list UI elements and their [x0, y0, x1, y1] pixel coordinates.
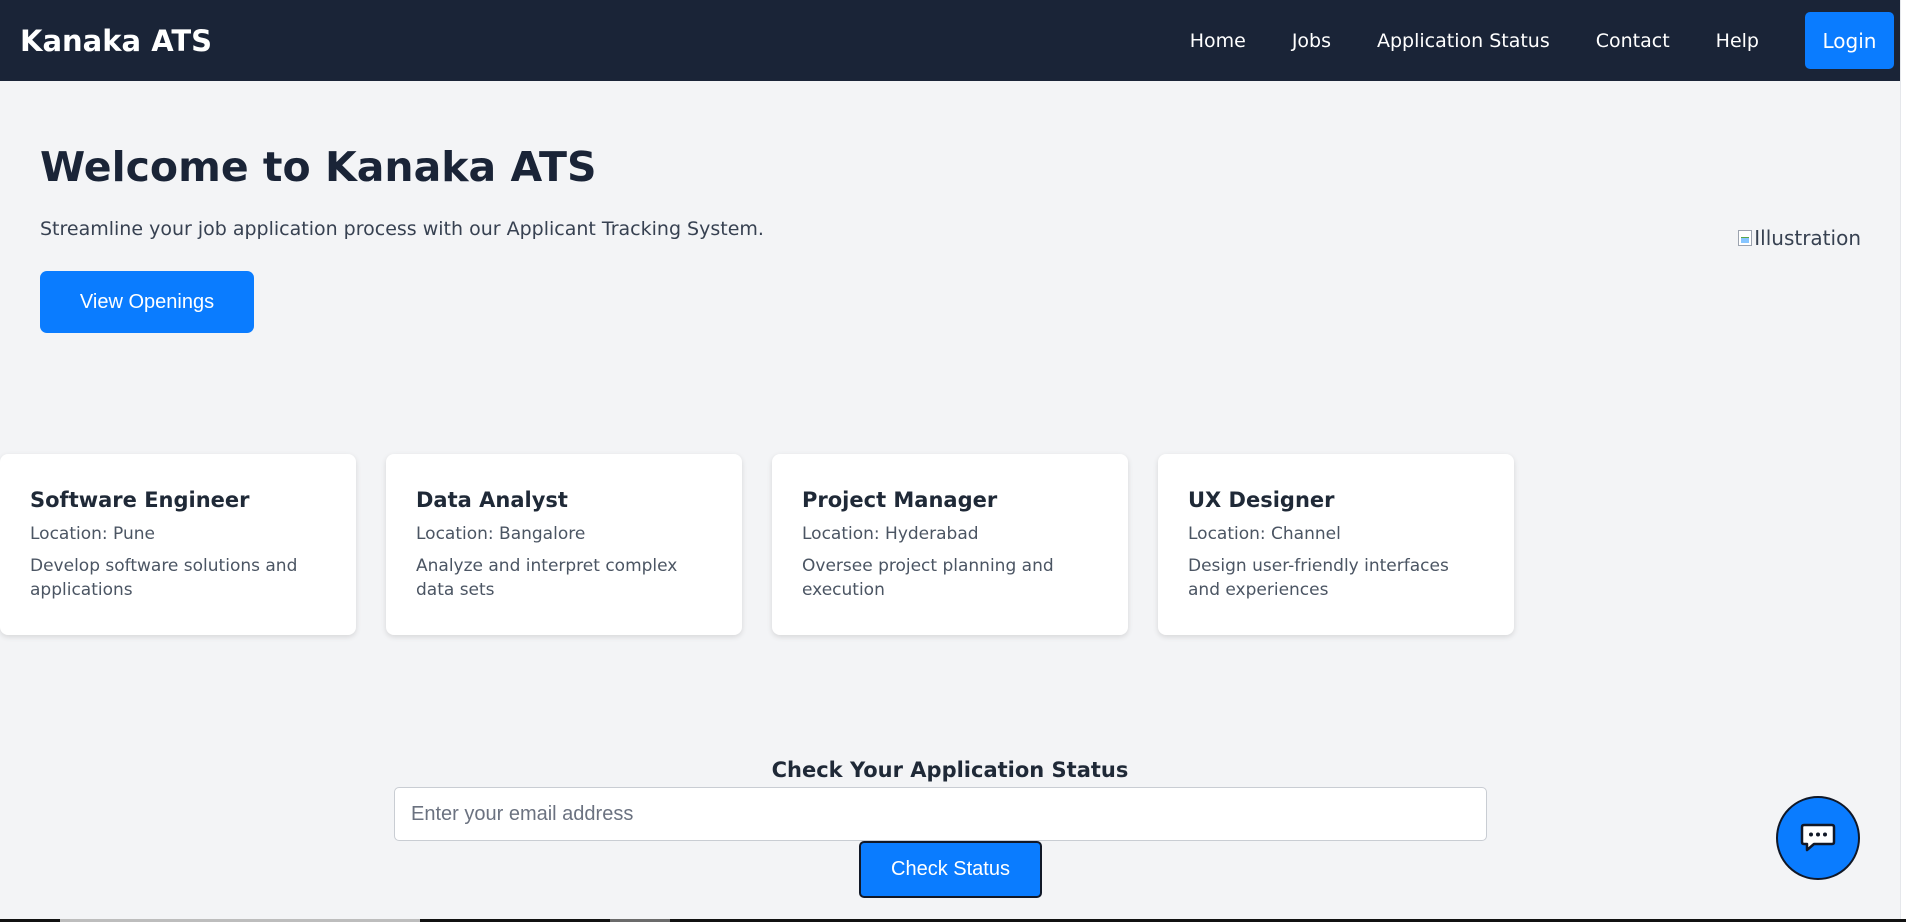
- job-title: Project Manager: [802, 488, 998, 512]
- job-card-project-manager[interactable]: Project Manager Location: Hyderabad Over…: [772, 454, 1128, 635]
- job-card-software-engineer[interactable]: Software Engineer Location: Pune Develop…: [0, 454, 356, 635]
- hero-title: Welcome to Kanaka ATS: [40, 143, 597, 191]
- job-location: Location: Hyderabad: [802, 524, 979, 544]
- job-title: UX Designer: [1188, 488, 1335, 512]
- job-cards: Software Engineer Location: Pune Develop…: [0, 454, 1514, 635]
- view-openings-button[interactable]: View Openings: [40, 271, 254, 333]
- job-description: Analyze and interpret complex data sets: [416, 556, 678, 600]
- status-section-title: Check Your Application Status: [771, 758, 1129, 782]
- nav-home[interactable]: Home: [1190, 30, 1246, 52]
- login-button[interactable]: Login: [1805, 12, 1894, 69]
- broken-image-icon: [1738, 230, 1753, 246]
- hero-illustration: Illustration: [1738, 226, 1861, 250]
- job-card-ux-designer[interactable]: UX Designer Location: Channel Design use…: [1158, 454, 1514, 635]
- job-description: Oversee project planning and execution: [802, 556, 1054, 600]
- nav-contact[interactable]: Contact: [1596, 30, 1670, 52]
- job-location: Location: Bangalore: [416, 524, 586, 544]
- chat-bubble-icon: [1800, 823, 1836, 852]
- email-input[interactable]: [394, 787, 1487, 841]
- illustration-alt-text: Illustration: [1754, 226, 1861, 250]
- check-status-button[interactable]: Check Status: [859, 841, 1042, 898]
- scrollbar[interactable]: [1900, 0, 1906, 922]
- job-title: Software Engineer: [30, 488, 250, 512]
- job-location: Location: Channel: [1188, 524, 1341, 544]
- job-location: Location: Pune: [30, 524, 155, 544]
- nav-jobs[interactable]: Jobs: [1292, 30, 1331, 52]
- nav-application-status[interactable]: Application Status: [1377, 30, 1550, 52]
- job-description: Design user-friendly interfaces and expe…: [1188, 556, 1449, 600]
- chat-button[interactable]: [1776, 796, 1860, 880]
- nav-help[interactable]: Help: [1716, 30, 1759, 52]
- brand-logo[interactable]: Kanaka ATS: [20, 24, 212, 58]
- nav-links: Home Jobs Application Status Contact Hel…: [1144, 12, 1894, 69]
- hero-subtitle: Streamline your job application process …: [40, 218, 764, 240]
- job-card-data-analyst[interactable]: Data Analyst Location: Bangalore Analyze…: [386, 454, 742, 635]
- job-title: Data Analyst: [416, 488, 568, 512]
- job-description: Develop software solutions and applicati…: [30, 556, 298, 600]
- navbar: Kanaka ATS Home Jobs Application Status …: [0, 0, 1900, 81]
